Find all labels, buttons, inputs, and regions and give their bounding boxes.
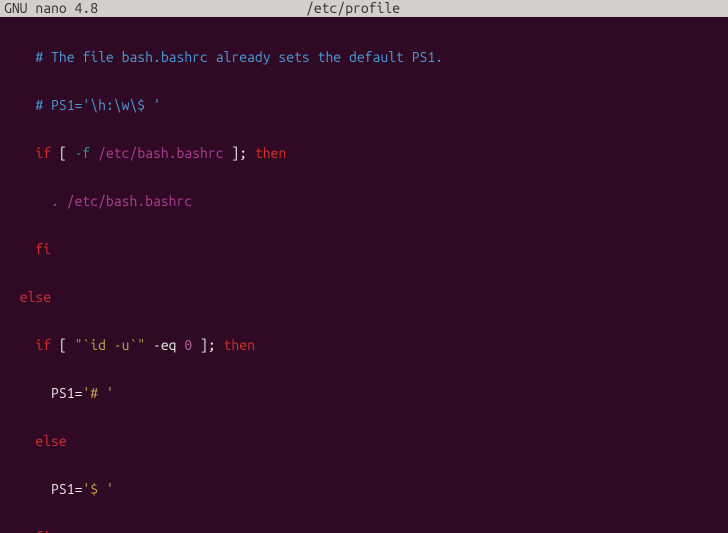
kw-if: if: [35, 337, 51, 353]
kw-fi: fi: [35, 529, 51, 533]
open-filename: /etc/profile: [98, 0, 608, 17]
editor-area[interactable]: # The file bash.bashrc already sets the …: [0, 17, 728, 533]
nano-titlebar: GNU nano 4.8 /etc/profile: [0, 0, 728, 17]
kw-then: then: [224, 337, 255, 353]
kw-else: else: [20, 289, 51, 305]
code-comment: # The file bash.bashrc already sets the …: [35, 49, 443, 65]
app-name: GNU nano 4.8: [0, 0, 98, 17]
kw-fi: fi: [35, 241, 51, 257]
code-string: '# ': [82, 385, 113, 401]
kw-then: then: [255, 145, 286, 161]
kw-if: if: [35, 145, 51, 161]
code-string: '$ ': [82, 481, 113, 497]
kw-else: else: [35, 433, 66, 449]
titlebar-right-spacer: [608, 0, 728, 17]
code-path: . /etc/bash.bashrc: [51, 193, 192, 209]
code-string: '\h:\w\$ ': [82, 97, 160, 113]
terminal-window: GNU nano 4.8 /etc/profile # The file bas…: [0, 0, 728, 533]
code-comment: # PS1=: [35, 97, 82, 113]
